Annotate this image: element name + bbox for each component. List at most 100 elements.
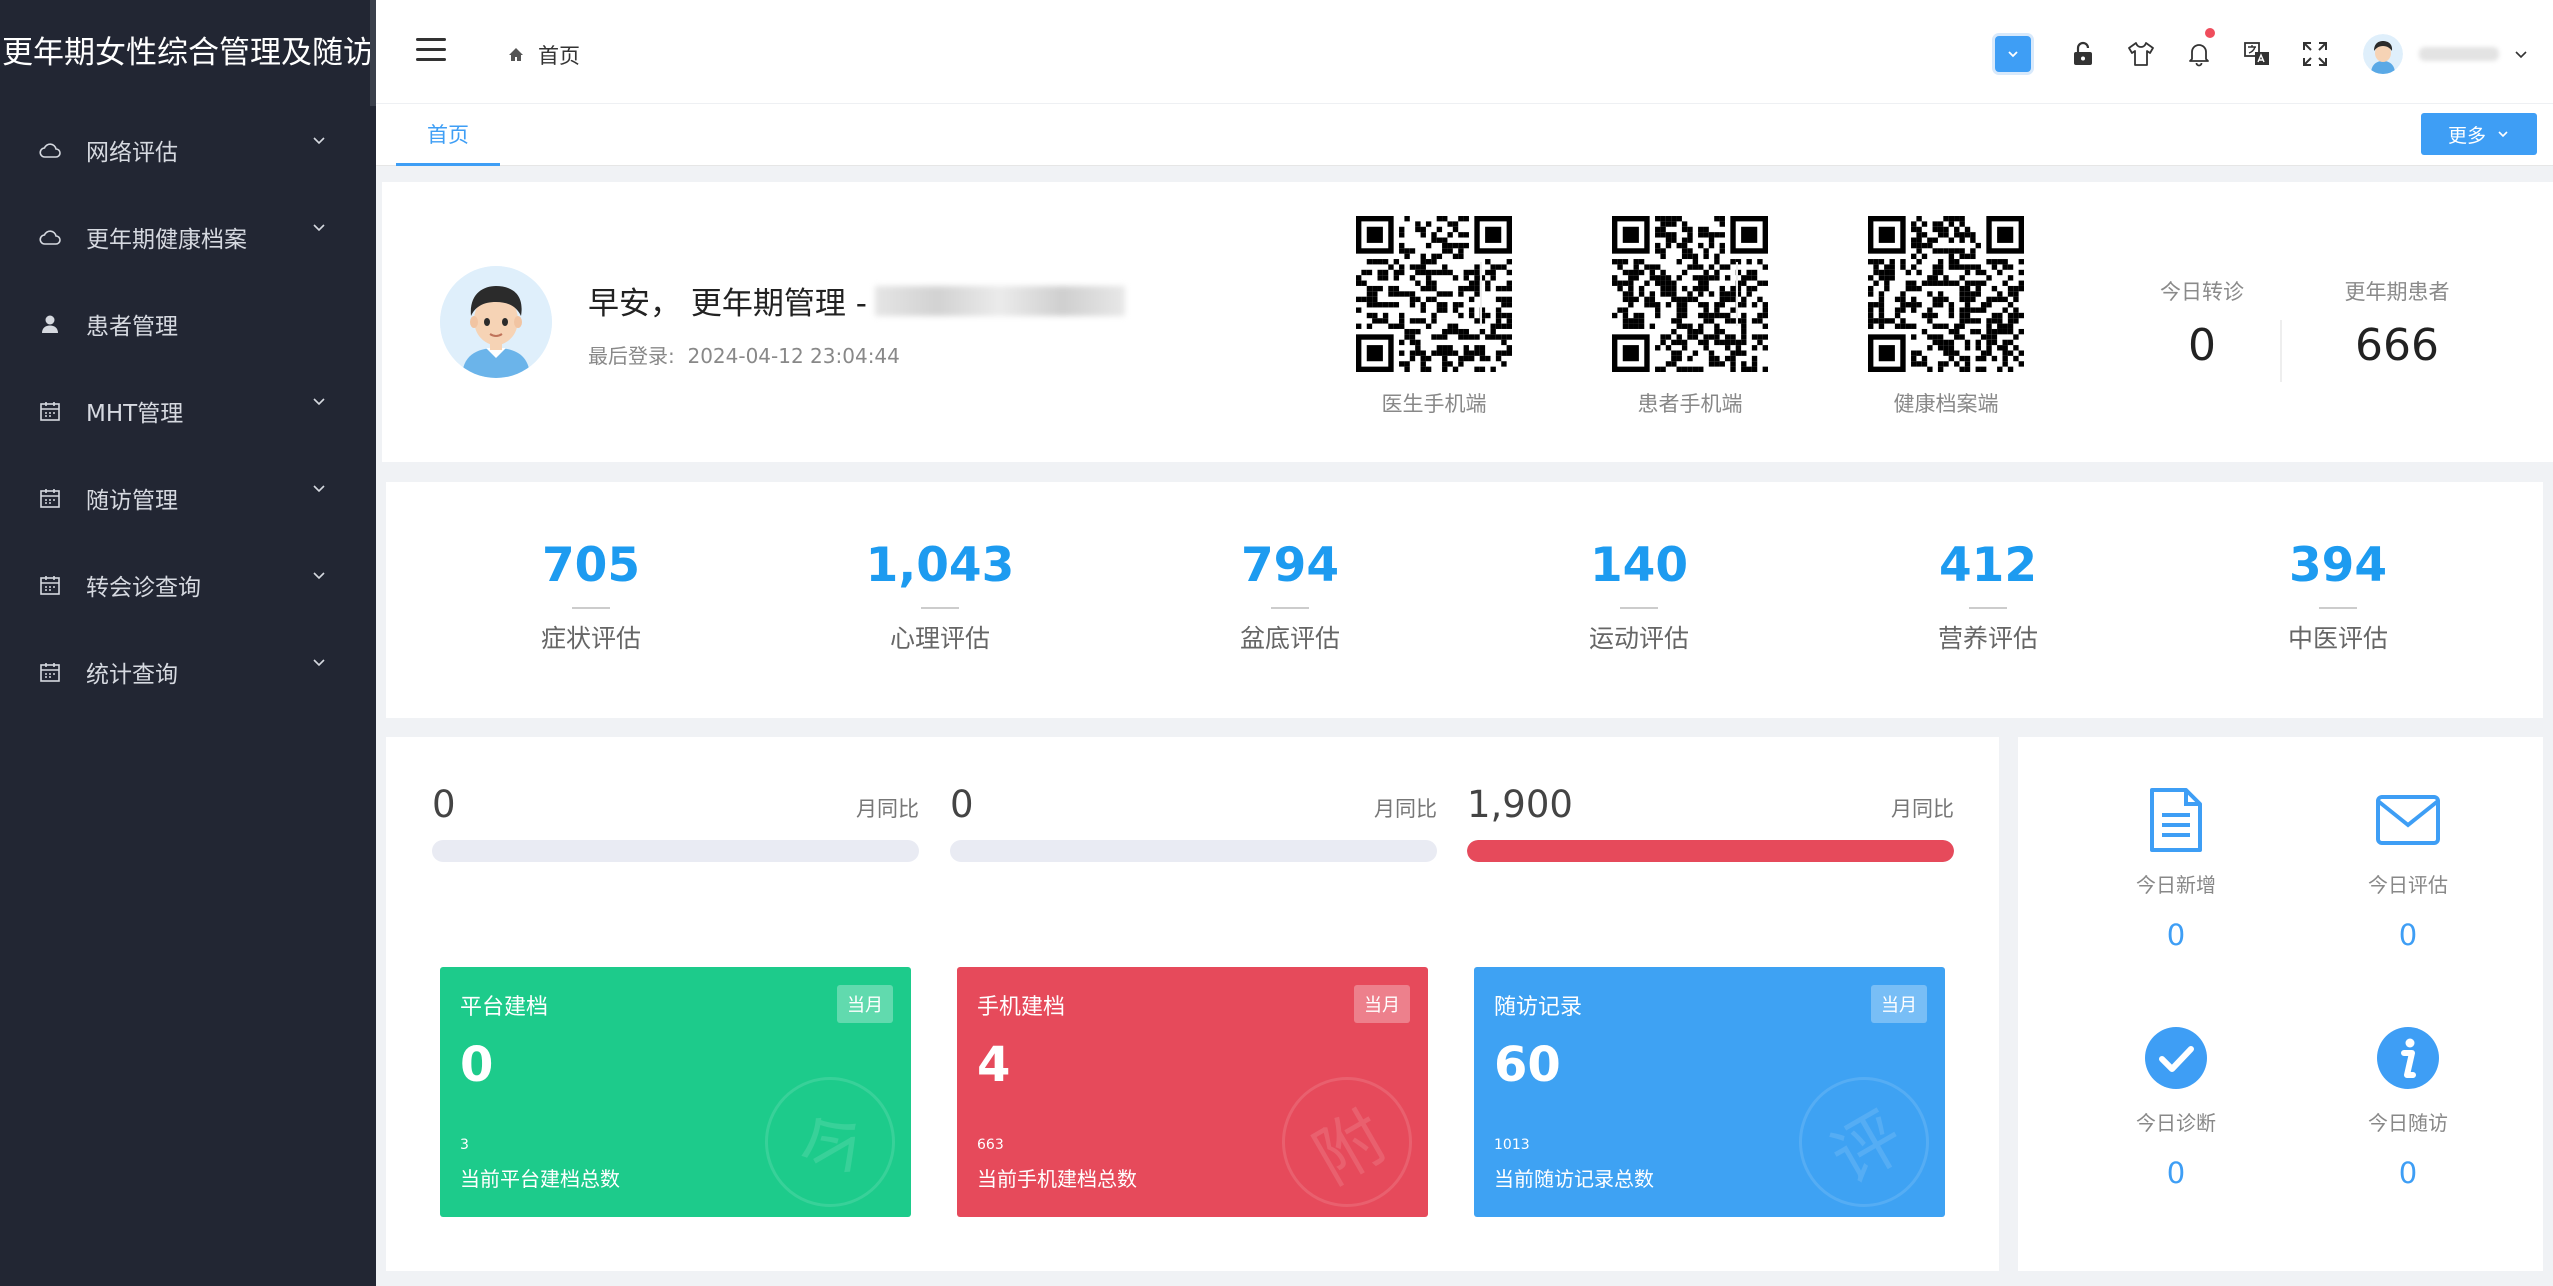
card-badge: 当月	[1871, 985, 1927, 1023]
stat-divider	[1271, 607, 1309, 609]
lock-button[interactable]	[2063, 34, 2103, 74]
tile-value: 0	[2398, 1156, 2418, 1190]
tile-value: 0	[2398, 918, 2418, 952]
sidebar-item-patients[interactable]: 患者管理	[0, 280, 376, 367]
tile-value: 0	[2166, 1156, 2186, 1190]
stat-label: 心理评估	[889, 624, 990, 653]
theme-button[interactable]	[2121, 34, 2161, 74]
layout-dropdown-button[interactable]	[1995, 36, 2031, 72]
tile-label: 今日诊断	[2136, 1111, 2216, 1135]
card-sub-label: 当前手机建档总数	[977, 1167, 1137, 1191]
stat-exercise[interactable]: 140 运动评估	[1519, 538, 1759, 655]
tabs-bar: 首页 更多	[376, 104, 2553, 166]
card-badge: 当月	[1354, 985, 1410, 1023]
stat-symptom[interactable]: 705 症状评估	[471, 538, 711, 655]
redacted-name	[874, 285, 1125, 316]
card-sub-label: 当前平台建档总数	[460, 1167, 620, 1191]
check-circle-icon	[2141, 1023, 2211, 1093]
progress-value: 0	[432, 783, 456, 826]
qr-health-records[interactable]: 健康档案端	[1866, 216, 2026, 418]
progress-fill	[1467, 840, 1954, 862]
breadcrumb-home[interactable]: 首页	[538, 40, 580, 70]
username-redacted[interactable]	[2419, 47, 2499, 61]
last-login: 最后登录: 2024-04-12 23:04:44	[588, 340, 900, 369]
stat-value: 705	[541, 538, 641, 593]
fullscreen-button[interactable]	[2295, 34, 2335, 74]
greeting: 早安， 更年期管理 -	[588, 278, 1125, 323]
info-circle-icon	[2373, 1023, 2443, 1093]
top-navbar: 首页	[376, 0, 2553, 104]
qr-code-image	[1356, 216, 1512, 372]
qr-label: 医生手机端	[1381, 392, 1487, 416]
stat-divider	[921, 607, 959, 609]
chevron-down-icon	[2498, 131, 2508, 138]
card-mobile-records[interactable]: 手机建档 当月 4 663 当前手机建档总数 附	[957, 967, 1428, 1217]
sidebar-item-statistics[interactable]: 统计查询	[0, 628, 376, 715]
chevron-down-icon	[313, 398, 325, 406]
progress-label: 月同比	[856, 797, 919, 821]
qr-patient[interactable]: 患者手机端	[1610, 216, 1770, 418]
today-assessment[interactable]: 今日评估 0	[2318, 785, 2498, 952]
sidebar-item-label: 患者管理	[86, 313, 178, 340]
card-watermark: 附	[1258, 1053, 1428, 1217]
card-platform-records[interactable]: 平台建档 当月 0 3 当前平台建档总数 今	[440, 967, 911, 1217]
stat-nutrition[interactable]: 412 营养评估	[1868, 538, 2108, 655]
card-watermark: 今	[741, 1053, 911, 1217]
tab-home[interactable]: 首页	[396, 104, 500, 166]
chevron-down-icon	[313, 659, 325, 667]
progress-item: 1,900 月同比	[1467, 783, 1954, 862]
translate-button[interactable]	[2237, 34, 2277, 74]
stat-divider	[1620, 607, 1658, 609]
sidebar-item-network-assessment[interactable]: 网络评估	[0, 106, 376, 193]
divider	[1736, 262, 1738, 326]
menu-toggle-icon[interactable]	[416, 38, 446, 62]
app-title: 更年期女性综合管理及随访	[0, 0, 376, 106]
card-value: 60	[1494, 1037, 1561, 1093]
stat-value: 140	[1589, 538, 1689, 593]
tile-label: 今日新增	[2136, 873, 2216, 897]
sidebar-item-followup[interactable]: 随访管理	[0, 454, 376, 541]
user-avatar[interactable]	[2363, 34, 2403, 74]
card-title: 平台建档	[460, 995, 549, 1020]
calendar-icon	[36, 484, 64, 512]
breadcrumb[interactable]: 首页	[508, 40, 580, 70]
more-button-label: 更多	[2447, 124, 2486, 147]
progress-track	[950, 840, 1437, 862]
more-button[interactable]: 更多	[2421, 113, 2537, 155]
today-followup[interactable]: 今日随访 0	[2318, 1023, 2498, 1190]
notification-button[interactable]	[2179, 28, 2219, 74]
qr-doctor[interactable]: 医生手机端	[1354, 216, 1514, 418]
stat-value: 1,043	[865, 538, 1015, 593]
qr-code-image	[1868, 216, 2024, 372]
qr-code-image	[1612, 216, 1768, 372]
kpi-today-referral: 今日转诊 0	[2142, 276, 2262, 371]
sidebar-item-health-records[interactable]: 更年期健康档案	[0, 193, 376, 280]
stat-label: 盆底评估	[1239, 624, 1340, 653]
notification-dot	[2205, 28, 2215, 38]
today-diagnosis[interactable]: 今日诊断 0	[2086, 1023, 2266, 1190]
chevron-down-icon	[313, 572, 325, 580]
today-panel: 今日新增 0 今日评估 0 今日诊断 0 今日随访 0	[2018, 737, 2543, 1271]
today-new[interactable]: 今日新增 0	[2086, 785, 2266, 952]
card-followup-records[interactable]: 随访记录 当月 60 1013 当前随访记录总数 评	[1474, 967, 1945, 1217]
sidebar-item-mht[interactable]: MHT管理	[0, 367, 376, 454]
stat-value: 394	[2288, 538, 2388, 593]
stat-value: 412	[1938, 538, 2038, 593]
kpi-menopause-patients: 更年期患者 666	[2322, 276, 2472, 371]
stat-psychology[interactable]: 1,043 心理评估	[820, 538, 1060, 655]
assessment-stats: 705 症状评估 1,043 心理评估 794 盆底评估 140 运动评估 41…	[386, 482, 2543, 718]
progress-item: 0 月同比	[432, 783, 919, 862]
chevron-down-icon[interactable]	[2513, 46, 2529, 62]
greeting-text: 早安， 更年期管理 -	[588, 286, 867, 322]
stat-tcm[interactable]: 394 中医评估	[2218, 538, 2458, 655]
card-sub-label: 当前随访记录总数	[1494, 1167, 1654, 1191]
stat-label: 中医评估	[2287, 624, 2388, 653]
progress-track	[432, 840, 919, 862]
card-sub-value: 1013	[1494, 1137, 1530, 1153]
stat-pelvic-floor[interactable]: 794 盆底评估	[1170, 538, 1410, 655]
qr-label: 患者手机端	[1637, 392, 1743, 416]
sidebar-item-label: 转会诊查询	[86, 574, 201, 601]
calendar-icon	[36, 571, 64, 599]
sidebar-item-label: 随访管理	[86, 487, 178, 514]
sidebar-item-referral-query[interactable]: 转会诊查询	[0, 541, 376, 628]
